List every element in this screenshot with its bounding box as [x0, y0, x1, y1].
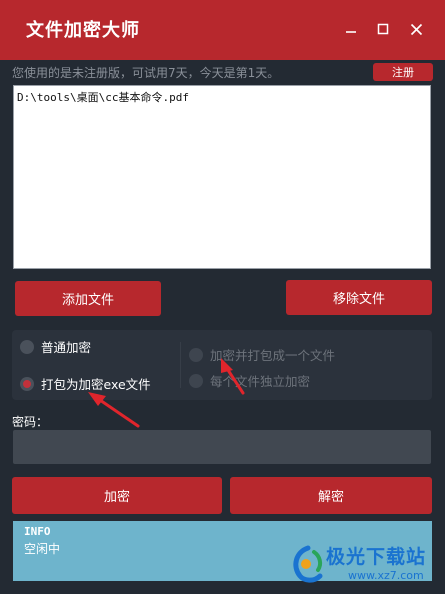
- encryption-options-panel: 普通加密 打包为加密exe文件 加密并打包成一个文件 每个文件独立加密: [12, 330, 432, 400]
- encrypt-button[interactable]: 加密: [12, 477, 222, 514]
- password-label: 密码：: [12, 415, 49, 429]
- pack-exe-radio[interactable]: 打包为加密exe文件: [20, 374, 151, 393]
- close-button[interactable]: [405, 18, 427, 40]
- info-status: 空闲中: [24, 542, 61, 556]
- normal-encrypt-radio[interactable]: 普通加密: [20, 337, 91, 356]
- file-list[interactable]: D:\tools\桌面\cc基本命令.pdf: [13, 85, 431, 269]
- pack-exe-label: 打包为加密exe文件: [41, 377, 151, 392]
- minimize-button[interactable]: [340, 18, 362, 40]
- independent-encrypt-label: 每个文件独立加密: [210, 374, 311, 389]
- app-title: 文件加密大师: [26, 20, 140, 41]
- info-panel: INFO 空闲中: [13, 521, 432, 581]
- trial-notice: 您使用的是未注册版，可试用7天，今天是第1天。: [12, 66, 280, 80]
- file-list-item[interactable]: D:\tools\桌面\cc基本命令.pdf: [17, 89, 427, 105]
- password-input[interactable]: [13, 430, 431, 464]
- options-divider: [180, 342, 181, 388]
- close-icon: [410, 23, 422, 35]
- radio-checked-icon: [20, 376, 34, 391]
- independent-encrypt-radio[interactable]: 每个文件独立加密: [189, 371, 310, 390]
- pack-single-file-radio[interactable]: 加密并打包成一个文件: [189, 345, 335, 364]
- radio-unchecked-icon: [189, 347, 203, 362]
- radio-unchecked-icon: [189, 373, 203, 388]
- title-bar: 文件加密大师: [0, 0, 445, 60]
- info-title: INFO: [24, 525, 51, 538]
- maximize-icon: [377, 23, 389, 35]
- minimize-icon: [346, 31, 356, 33]
- maximize-button[interactable]: [372, 18, 394, 40]
- radio-unchecked-icon: [20, 339, 34, 354]
- normal-encrypt-label: 普通加密: [41, 340, 92, 355]
- pack-single-file-label: 加密并打包成一个文件: [210, 348, 336, 363]
- remove-file-button[interactable]: 移除文件: [286, 280, 432, 315]
- register-button[interactable]: 注册: [373, 63, 433, 81]
- add-file-button[interactable]: 添加文件: [15, 281, 161, 316]
- decrypt-button[interactable]: 解密: [230, 477, 432, 514]
